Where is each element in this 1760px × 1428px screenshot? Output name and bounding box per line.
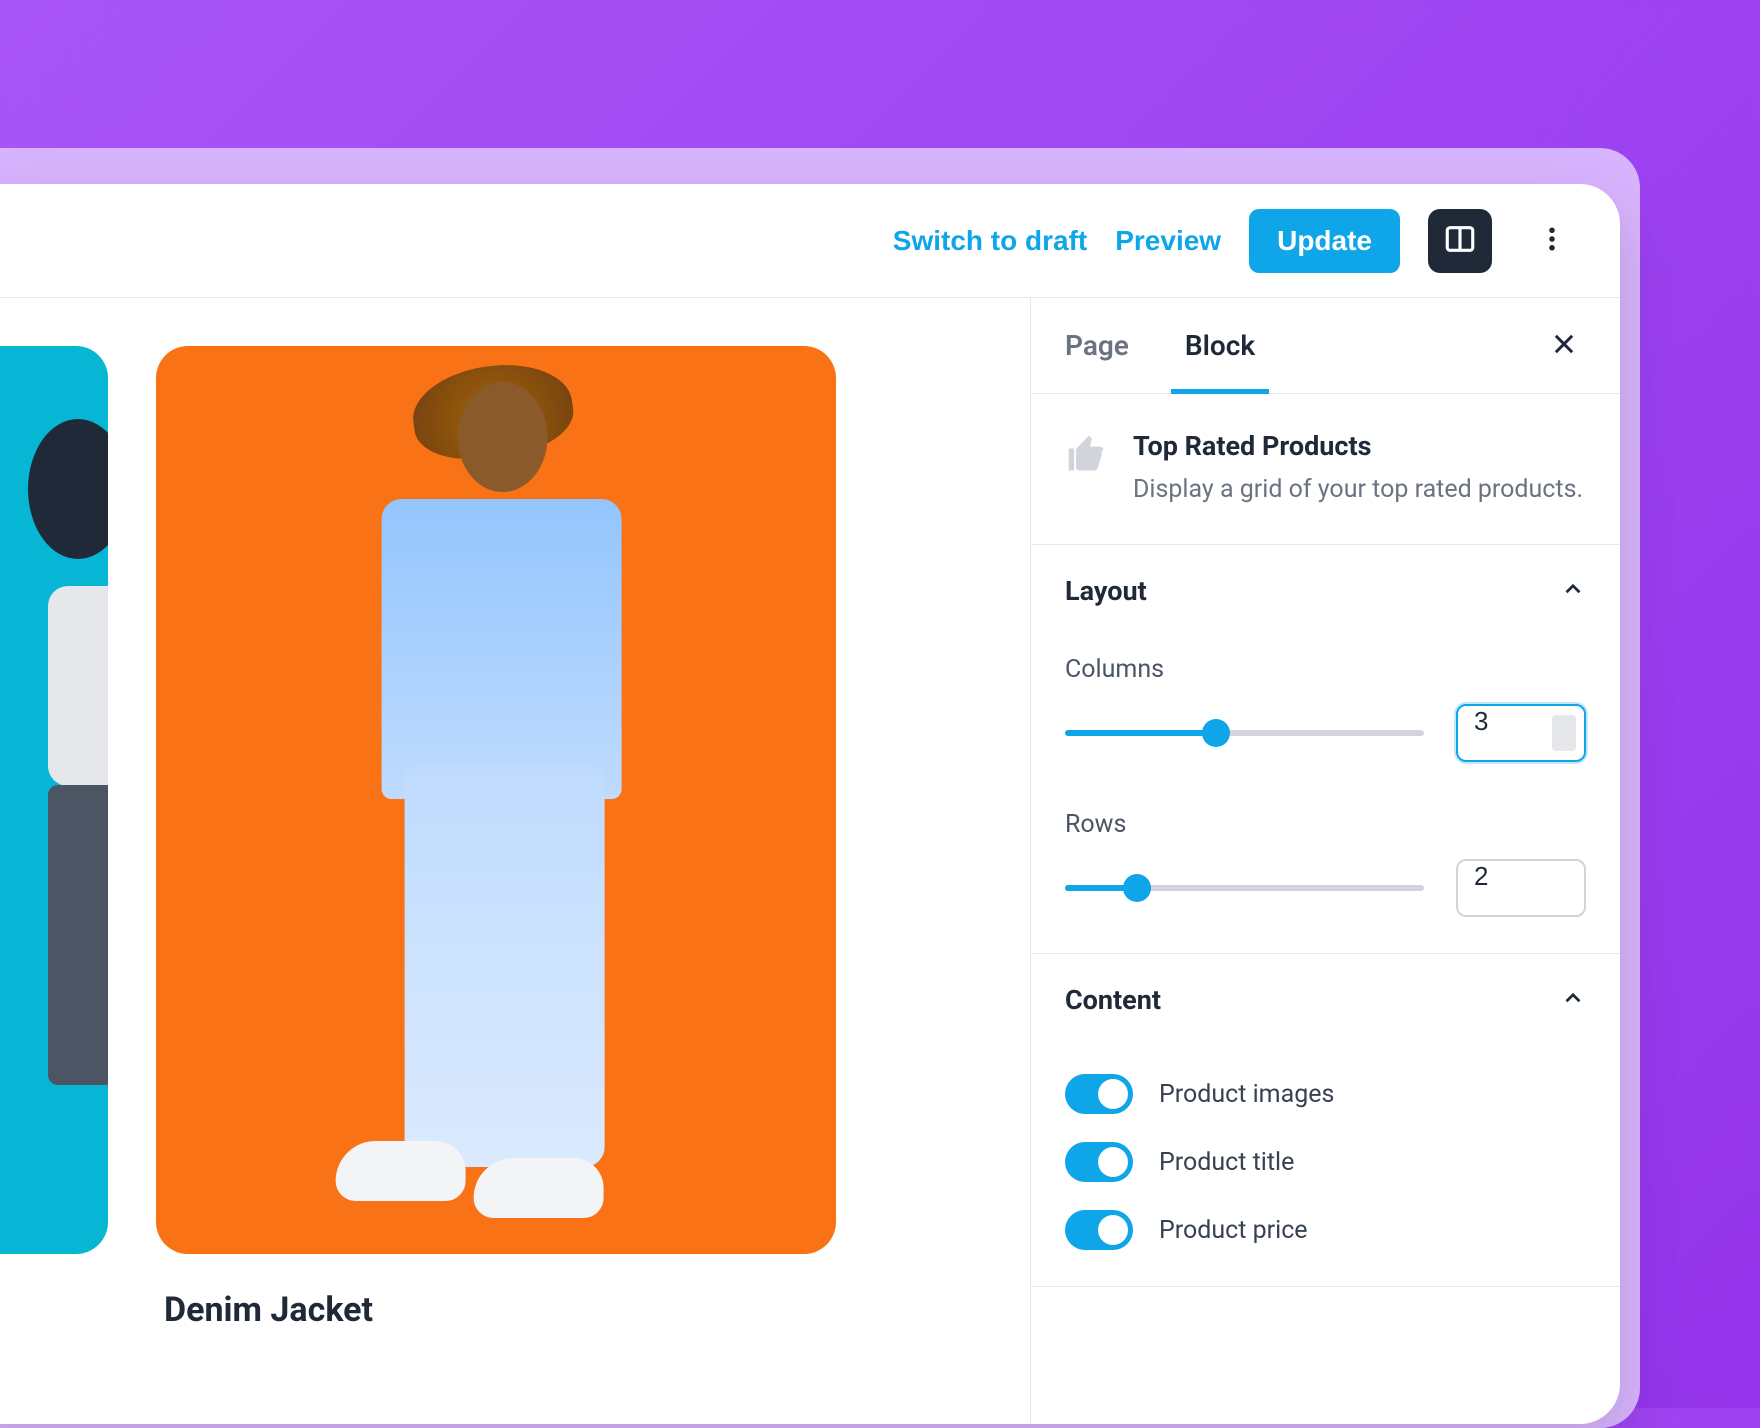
product-image[interactable]: [156, 346, 836, 1254]
rows-slider[interactable]: [1065, 885, 1424, 891]
more-options-button[interactable]: [1520, 209, 1584, 273]
block-description: Display a grid of your top rated product…: [1133, 472, 1583, 508]
close-sidebar-button[interactable]: [1542, 324, 1586, 368]
columns-slider[interactable]: [1065, 730, 1424, 736]
product-title: Denim Jacket: [164, 1290, 836, 1330]
toggle-switch[interactable]: [1065, 1074, 1133, 1114]
tab-block[interactable]: Block: [1185, 298, 1255, 394]
toggle-switch[interactable]: [1065, 1210, 1133, 1250]
stepper-icon[interactable]: [1552, 715, 1576, 751]
section-title: Layout: [1065, 575, 1147, 607]
slider-thumb[interactable]: [1202, 719, 1230, 747]
toggle-product-price: Product price: [1065, 1210, 1586, 1250]
rows-label: Rows: [1065, 810, 1586, 839]
panel-icon: [1443, 222, 1477, 259]
rows-input[interactable]: [1456, 859, 1586, 917]
update-button[interactable]: Update: [1249, 209, 1400, 273]
columns-field[interactable]: [1474, 706, 1544, 737]
block-header: Top Rated Products Display a grid of you…: [1031, 394, 1620, 545]
toggle-label: Product title: [1159, 1148, 1294, 1177]
switch-to-draft-button[interactable]: Switch to draft: [893, 225, 1087, 257]
slider-thumb[interactable]: [1123, 874, 1151, 902]
chevron-up-icon: [1560, 985, 1586, 1015]
chevron-up-icon: [1560, 576, 1586, 606]
section-header-content[interactable]: Content: [1065, 954, 1586, 1046]
toggle-product-images: Product images: [1065, 1074, 1586, 1114]
sidebar-toggle-button[interactable]: [1428, 209, 1492, 273]
product-card: [0, 346, 108, 1376]
columns-input[interactable]: [1456, 704, 1586, 762]
app-window: Switch to draft Preview Update: [0, 184, 1620, 1424]
rows-control: Rows: [1065, 810, 1586, 917]
product-card: Denim Jacket: [156, 346, 836, 1376]
kebab-icon: [1537, 224, 1567, 257]
section-title: Content: [1065, 984, 1161, 1016]
columns-control: Columns: [1065, 655, 1586, 762]
thumbs-up-icon: [1065, 432, 1109, 476]
section-header-layout[interactable]: Layout: [1065, 545, 1586, 637]
rows-field[interactable]: [1474, 861, 1544, 892]
tab-page[interactable]: Page: [1065, 298, 1129, 394]
sidebar-tabs: Page Block: [1031, 298, 1620, 394]
section-layout: Layout Columns: [1031, 545, 1620, 954]
block-title: Top Rated Products: [1133, 430, 1583, 462]
toggle-label: Product images: [1159, 1080, 1334, 1109]
figure-silhouette: [306, 382, 687, 1217]
columns-label: Columns: [1065, 655, 1586, 684]
toggle-switch[interactable]: [1065, 1142, 1133, 1182]
toolbar: Switch to draft Preview Update: [0, 184, 1620, 298]
figure-silhouette: [8, 419, 108, 1182]
toggle-label: Product price: [1159, 1216, 1308, 1245]
close-icon: [1550, 330, 1578, 362]
editor-canvas[interactable]: Denim Jacket: [0, 298, 1030, 1424]
preview-button[interactable]: Preview: [1115, 225, 1221, 257]
main-area: Denim Jacket Page Block: [0, 298, 1620, 1424]
inspector-sidebar: Page Block Top Rated Pro: [1030, 298, 1620, 1424]
section-content: Content Product images Product title: [1031, 954, 1620, 1287]
product-image[interactable]: [0, 346, 108, 1254]
toggle-product-title: Product title: [1065, 1142, 1586, 1182]
